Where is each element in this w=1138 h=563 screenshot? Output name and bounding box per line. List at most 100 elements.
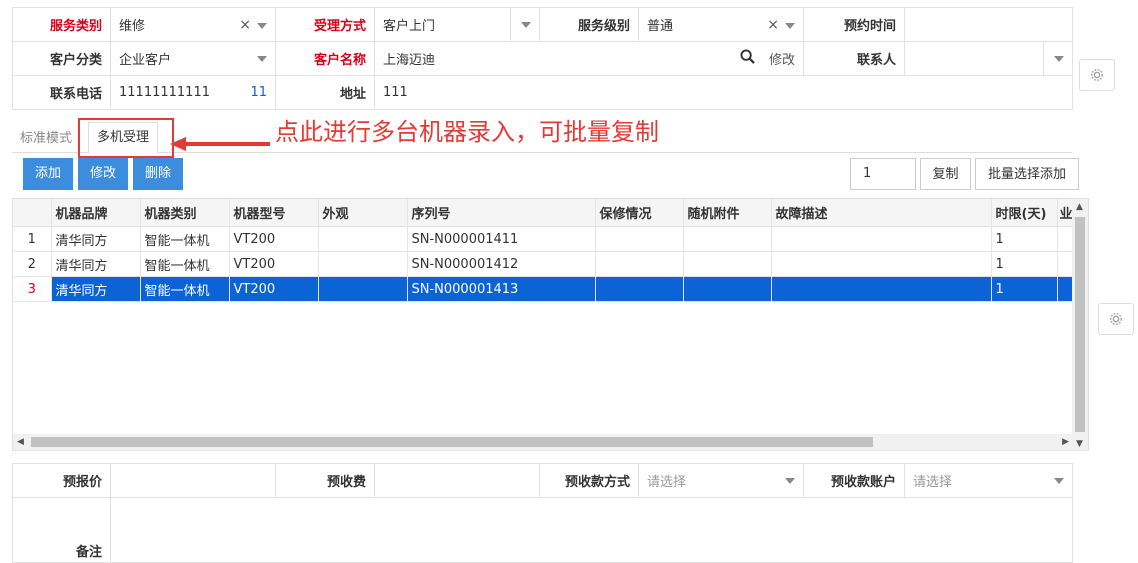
clear-icon[interactable]: × bbox=[767, 17, 779, 33]
contact-select[interactable] bbox=[904, 41, 1073, 76]
chevron-down-icon[interactable] bbox=[521, 21, 531, 28]
column-header[interactable]: 外观 bbox=[318, 199, 408, 227]
chevron-down-icon[interactable] bbox=[257, 55, 267, 62]
customer-category-label: 客户分类 bbox=[12, 41, 111, 76]
cell-fault[interactable] bbox=[771, 251, 992, 277]
accept-method-select[interactable]: 客户上门 bbox=[374, 7, 540, 42]
vertical-scrollbar[interactable]: ▲ ▼ bbox=[1072, 199, 1088, 450]
cell-extra[interactable] bbox=[1057, 276, 1074, 302]
column-header[interactable]: 随机附件 bbox=[683, 199, 772, 227]
column-header[interactable]: 时限(天) bbox=[991, 199, 1058, 227]
cell-fault[interactable] bbox=[771, 276, 992, 302]
gear-icon[interactable] bbox=[1079, 59, 1115, 91]
scroll-left-icon[interactable]: ◀ bbox=[17, 437, 24, 447]
cell-appearance[interactable] bbox=[318, 226, 408, 252]
column-header[interactable]: 业 bbox=[1057, 199, 1074, 227]
phone-input[interactable]: 11111111111 11 bbox=[110, 75, 276, 110]
row-number-header bbox=[13, 199, 52, 227]
cell-appearance[interactable] bbox=[318, 276, 408, 302]
horizontal-scroll-thumb[interactable] bbox=[31, 437, 873, 447]
cell-model[interactable]: VT200 bbox=[229, 226, 319, 252]
cell-warranty[interactable] bbox=[595, 226, 684, 252]
prepay-method-select[interactable]: 请选择 bbox=[638, 463, 804, 498]
column-header[interactable]: 机器型号 bbox=[229, 199, 319, 227]
annotation-arrow bbox=[170, 137, 270, 151]
cell-fault[interactable] bbox=[771, 226, 992, 252]
vertical-scroll-thumb[interactable] bbox=[1075, 217, 1085, 432]
edit-button[interactable]: 修改 bbox=[78, 158, 128, 190]
phone-value: 11111111111 bbox=[119, 85, 210, 100]
customer-name-value: 上海迈迪 bbox=[383, 53, 436, 68]
gear-icon[interactable] bbox=[1098, 303, 1134, 335]
cell-warranty[interactable] bbox=[595, 276, 684, 302]
cell-accessories[interactable] bbox=[683, 276, 772, 302]
cell-brand[interactable]: 清华同方 bbox=[51, 276, 141, 302]
cell-category[interactable]: 智能一体机 bbox=[140, 276, 230, 302]
prepay-method-label: 预收款方式 bbox=[539, 463, 639, 498]
copy-count-input[interactable]: 1 bbox=[850, 158, 916, 190]
appointment-time-input[interactable] bbox=[904, 7, 1073, 42]
cell-extra[interactable] bbox=[1057, 226, 1074, 252]
cell-serial[interactable]: SN-N000001412 bbox=[407, 251, 596, 277]
row-number: 2 bbox=[13, 251, 52, 277]
column-header[interactable]: 机器类别 bbox=[140, 199, 230, 227]
address-label: 地址 bbox=[275, 75, 375, 110]
grid-header: 机器品牌 机器类别 机器型号 外观 序列号 保修情况 随机附件 故障描述 时限(… bbox=[13, 199, 1074, 227]
chevron-down-icon[interactable] bbox=[1054, 477, 1064, 484]
prepay-input[interactable] bbox=[374, 463, 540, 498]
prepay-account-select[interactable]: 请选择 bbox=[904, 463, 1073, 498]
horizontal-scrollbar[interactable]: ◀ ▶ bbox=[13, 434, 1073, 450]
column-header[interactable]: 故障描述 bbox=[771, 199, 992, 227]
cell-limit[interactable]: 1 bbox=[991, 251, 1058, 277]
chevron-down-icon[interactable] bbox=[1054, 55, 1064, 62]
cell-serial[interactable]: SN-N000001411 bbox=[407, 226, 596, 252]
service-level-select[interactable]: 普通 × bbox=[638, 7, 804, 42]
customer-category-select[interactable]: 企业客户 bbox=[110, 41, 276, 76]
tab-standard-mode[interactable]: 标准模式 bbox=[12, 126, 80, 152]
cell-accessories[interactable] bbox=[683, 226, 772, 252]
cell-limit[interactable]: 1 bbox=[991, 276, 1058, 302]
cell-brand[interactable]: 清华同方 bbox=[51, 226, 141, 252]
scroll-up-icon[interactable]: ▲ bbox=[1076, 202, 1083, 212]
service-type-select[interactable]: 维修 × bbox=[110, 7, 276, 42]
contact-label: 联系人 bbox=[803, 41, 905, 76]
column-header[interactable]: 保修情况 bbox=[595, 199, 684, 227]
scroll-right-icon[interactable]: ▶ bbox=[1062, 437, 1069, 447]
batch-add-button[interactable]: 批量选择添加 bbox=[975, 158, 1079, 190]
phone-label: 联系电话 bbox=[12, 75, 111, 110]
column-header[interactable]: 机器品牌 bbox=[51, 199, 141, 227]
cell-appearance[interactable] bbox=[318, 251, 408, 277]
cell-extra[interactable] bbox=[1057, 251, 1074, 277]
cell-category[interactable]: 智能一体机 bbox=[140, 226, 230, 252]
service-form: 服务类别 维修 × 受理方式 客户上门 服务级别 普通 × 预约时间 客户分类 … bbox=[12, 7, 1073, 110]
cell-accessories[interactable] bbox=[683, 251, 772, 277]
accept-method-label: 受理方式 bbox=[275, 7, 375, 42]
table-row-selected[interactable]: 3 清华同方 智能一体机 VT200 SN-N000001413 1 bbox=[13, 276, 1074, 302]
quote-input[interactable] bbox=[110, 463, 276, 498]
cell-brand[interactable]: 清华同方 bbox=[51, 251, 141, 277]
address-input[interactable]: 111 bbox=[374, 75, 1073, 110]
annotation-text: 点此进行多台机器录入，可批量复制 bbox=[275, 118, 659, 146]
cell-model[interactable]: VT200 bbox=[229, 251, 319, 277]
chevron-down-icon[interactable] bbox=[257, 22, 267, 29]
delete-button[interactable]: 删除 bbox=[133, 158, 183, 190]
table-row[interactable]: 1 清华同方 智能一体机 VT200 SN-N000001411 1 bbox=[13, 226, 1074, 252]
chevron-down-icon[interactable] bbox=[785, 477, 795, 484]
search-icon[interactable] bbox=[740, 49, 755, 68]
cell-warranty[interactable] bbox=[595, 251, 684, 277]
edit-customer-button[interactable]: 修改 bbox=[769, 49, 795, 68]
cell-category[interactable]: 智能一体机 bbox=[140, 251, 230, 277]
scroll-down-icon[interactable]: ▼ bbox=[1076, 439, 1083, 449]
clear-icon[interactable]: × bbox=[239, 17, 251, 33]
remark-textarea[interactable] bbox=[110, 497, 1073, 563]
table-row[interactable]: 2 清华同方 智能一体机 VT200 SN-N000001412 1 bbox=[13, 251, 1074, 277]
cell-limit[interactable]: 1 bbox=[991, 226, 1058, 252]
add-button[interactable]: 添加 bbox=[23, 158, 73, 190]
cell-serial[interactable]: SN-N000001413 bbox=[407, 276, 596, 302]
chevron-down-icon[interactable] bbox=[785, 22, 795, 29]
column-header[interactable]: 序列号 bbox=[407, 199, 596, 227]
copy-button[interactable]: 复制 bbox=[920, 158, 971, 190]
customer-name-field[interactable]: 上海迈迪 修改 bbox=[374, 41, 804, 76]
quote-label: 预报价 bbox=[12, 463, 111, 498]
cell-model[interactable]: VT200 bbox=[229, 276, 319, 302]
